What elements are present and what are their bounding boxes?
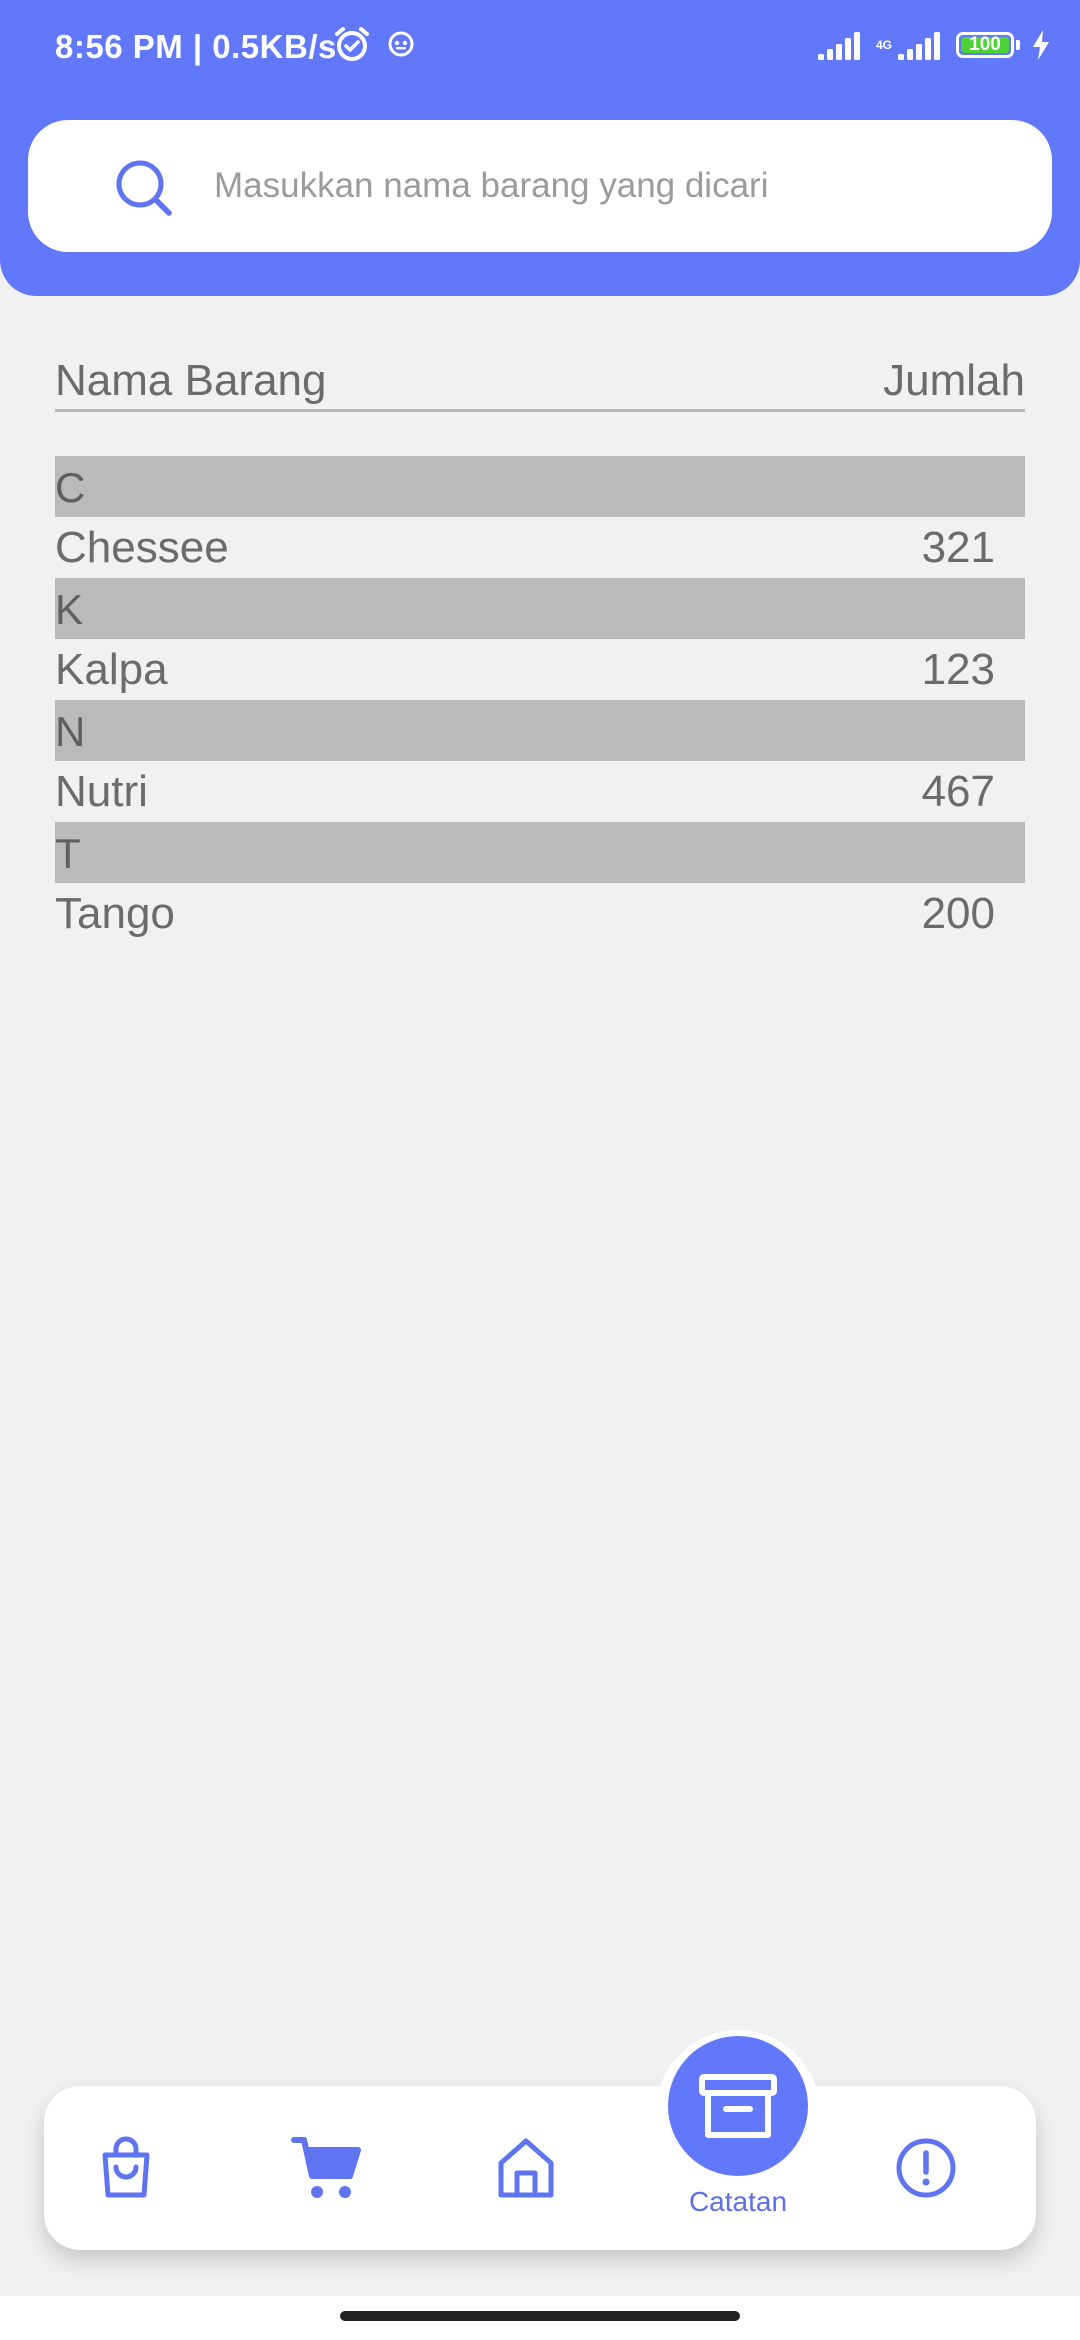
home-indicator[interactable] [340, 2311, 740, 2321]
item-name: Tango [55, 889, 175, 938]
column-header-quantity: Jumlah [883, 356, 1025, 405]
item-quantity: 467 [921, 767, 995, 816]
section-header-k: K [55, 578, 1025, 639]
search-input[interactable] [214, 150, 1014, 222]
nav-active-label: Catatan [688, 2186, 788, 2217]
info-alert-icon [896, 2138, 956, 2198]
nav-item-catatan[interactable] [668, 2036, 808, 2176]
item-quantity: 200 [921, 889, 995, 938]
nav-item-info[interactable] [866, 2086, 986, 2250]
signal-strength-4g-icon [898, 32, 940, 60]
list-item[interactable]: Kalpa 123 [55, 639, 1025, 700]
nav-item-cart[interactable] [266, 2086, 386, 2250]
section-header-c: C [55, 456, 1025, 517]
bottom-navigation [44, 2086, 1036, 2250]
list-item[interactable]: Chessee 321 [55, 517, 1025, 578]
section-header-t: T [55, 822, 1025, 883]
item-name: Chessee [55, 523, 229, 572]
item-quantity: 321 [921, 523, 995, 572]
status-bar: 8:56 PM | 0.5KB/s 4G 100 [0, 0, 1080, 96]
list-item[interactable]: Tango 200 [55, 883, 1025, 944]
battery-icon: 100 [956, 32, 1014, 58]
status-icons-left [332, 24, 416, 64]
cart-icon [291, 2137, 361, 2198]
status-right: 4G 100 [816, 28, 1052, 62]
battery-nub [1016, 40, 1020, 50]
search-bar[interactable] [28, 120, 1052, 252]
charging-bolt-icon [1033, 30, 1049, 60]
battery-level: 100 [969, 34, 1001, 55]
nav-item-shopping[interactable] [66, 2086, 186, 2250]
item-name: Nutri [55, 767, 148, 816]
archive-box-icon [699, 2074, 777, 2138]
alarm-icon [335, 27, 369, 61]
item-list: C Chessee 321 K Kalpa 123 N Nutri 467 T … [55, 456, 1025, 944]
nav-item-home[interactable] [466, 2086, 586, 2250]
status-time: 8:56 PM | 0.5KB/s [55, 28, 337, 65]
item-quantity: 123 [921, 645, 995, 694]
search-icon [116, 160, 172, 216]
signal-strength-icon [817, 32, 860, 60]
column-header-name: Nama Barang [55, 356, 327, 405]
table-header: Nama Barang Jumlah [55, 352, 1025, 412]
list-item[interactable]: Nutri 467 [55, 761, 1025, 822]
home-icon [498, 2138, 554, 2198]
robot-notification-icon [388, 31, 414, 57]
network-type-label: 4G [875, 38, 892, 52]
item-name: Kalpa [55, 645, 168, 694]
shopping-bag-icon [102, 2136, 150, 2198]
section-header-n: N [55, 700, 1025, 761]
